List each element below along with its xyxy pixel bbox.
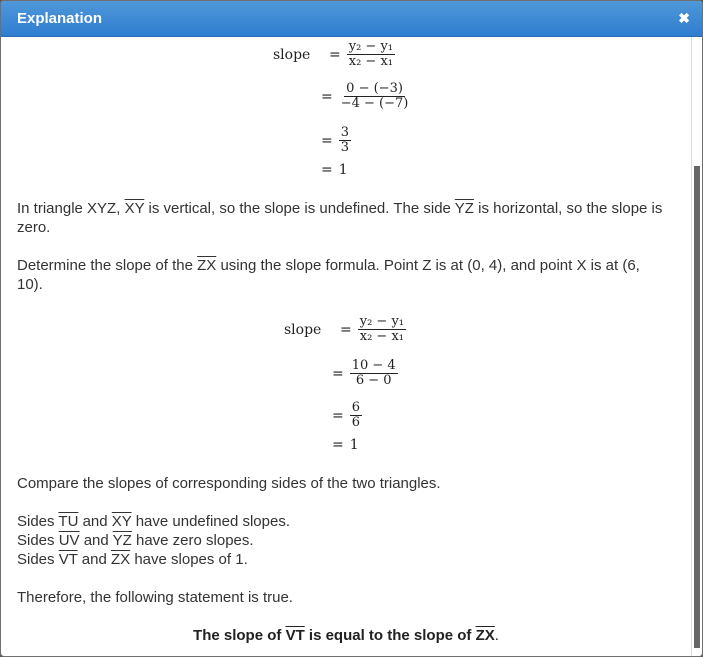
paragraph-therefore: Therefore, the following statement is tr… — [17, 589, 293, 606]
slope-label: slope — [273, 46, 311, 63]
conclusion-statement: The slope of VT is equal to the slope of… — [193, 627, 499, 644]
result: 1 — [338, 162, 348, 178]
result: 1 — [349, 437, 359, 453]
simplified: 33 — [338, 125, 352, 155]
list-item: Sides UV and YZ have zero slopes. — [17, 532, 254, 549]
list-item: Sides TU and XY have undefined slopes. — [17, 513, 290, 530]
dialog-titlebar: Explanation ✖ — [1, 1, 702, 37]
substitution: 10 − 46 − 0 — [349, 358, 398, 388]
explanation-dialog: Explanation ✖ slope = y₂ − y₁ x₂ − x₁ = 0… — [0, 0, 703, 657]
simplified: 66 — [349, 400, 363, 430]
slope-formula: y₂ − y₁ x₂ − x₁ — [357, 314, 407, 344]
paragraph-zx-slope: Determine the slope of the ZX using the … — [17, 257, 640, 293]
dialog-title: Explanation — [17, 10, 103, 27]
dialog-content: slope = y₂ − y₁ x₂ − x₁ = 0 − (−3) −4 − (−… — [1, 37, 692, 656]
scrollbar-thumb[interactable] — [694, 166, 700, 648]
list-item: Sides VT and ZX have slopes of 1. — [17, 551, 248, 568]
slope-label: slope — [284, 321, 322, 338]
substitution: 0 − (−3) −4 − (−7) — [340, 81, 409, 111]
slope-formula: y₂ − y₁ x₂ − x₁ — [346, 39, 396, 69]
paragraph-compare: Compare the slopes of corresponding side… — [17, 475, 441, 492]
sides-list: Sides TU and XY have undefined slopes. S… — [17, 512, 667, 569]
close-icon[interactable]: ✖ — [678, 10, 690, 27]
paragraph-triangle-xyz: In triangle XYZ, XY is vertical, so the … — [17, 200, 663, 236]
